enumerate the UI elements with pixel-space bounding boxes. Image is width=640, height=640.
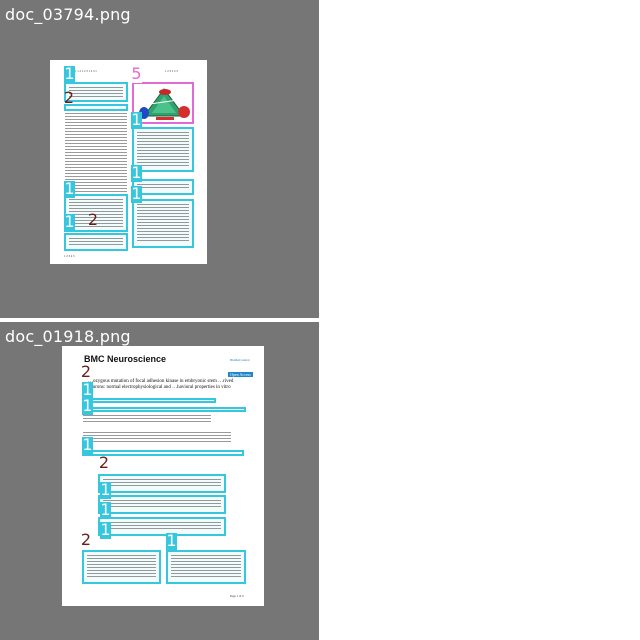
filename-label: doc_03794.png xyxy=(5,5,131,24)
region-label: 1 xyxy=(100,480,111,499)
region-label: 1 xyxy=(166,531,177,550)
article-title: …ozygous mutation of focal adhesion kina… xyxy=(88,379,234,390)
region-label: 1 xyxy=(82,396,93,415)
text-region[interactable] xyxy=(98,495,226,514)
region-label: 2 xyxy=(87,210,99,229)
region-label: 2 xyxy=(80,362,92,381)
page-footer: 1 2 3 4 5 xyxy=(64,254,75,258)
text-region[interactable] xyxy=(98,517,226,536)
region-label: 1 xyxy=(131,110,142,129)
page-footer: Page 1 of 9 xyxy=(230,594,244,598)
region-label: 2 xyxy=(80,530,92,549)
region-label: 1 xyxy=(131,184,142,203)
text-region[interactable] xyxy=(132,199,194,248)
image-panel-2[interactable]: doc_01918.png BMC Neuroscience BioMed Ce… xyxy=(0,322,319,640)
text-region[interactable] xyxy=(98,474,226,493)
text-region[interactable] xyxy=(82,550,161,584)
text-region[interactable] xyxy=(166,550,246,584)
page-header-left: 1 1 2 1 2 3 1 2 3 1 xyxy=(75,69,97,73)
dates-text xyxy=(82,431,232,443)
publisher-logo: BioMed Central xyxy=(230,358,250,362)
region-label: 1 xyxy=(131,163,142,182)
figure-diagram xyxy=(139,88,190,120)
affiliation-text xyxy=(82,414,212,424)
region-label: 1 xyxy=(64,179,75,198)
journal-title: BMC Neuroscience xyxy=(84,354,167,364)
region-label: 1 xyxy=(100,520,111,539)
image-panel-1[interactable]: doc_03794.png 1 1 2 1 2 3 1 2 3 1 1 2 3 … xyxy=(0,0,319,318)
region-label: 5 xyxy=(131,64,142,83)
region-label: 2 xyxy=(63,88,75,107)
region-label: 2 xyxy=(98,453,110,472)
filename-label: doc_01918.png xyxy=(5,327,131,346)
region-label: 1 xyxy=(64,64,75,83)
open-access-badge: Open Access xyxy=(228,372,253,377)
page-header-right: 1 2 3 1 2 3 xyxy=(165,69,178,73)
region-label: 1 xyxy=(100,500,111,519)
text-region[interactable] xyxy=(82,407,246,412)
region-label: 1 xyxy=(82,435,93,454)
text-region[interactable] xyxy=(64,233,128,251)
text-region[interactable] xyxy=(82,398,216,403)
region-label: 1 xyxy=(64,212,75,231)
